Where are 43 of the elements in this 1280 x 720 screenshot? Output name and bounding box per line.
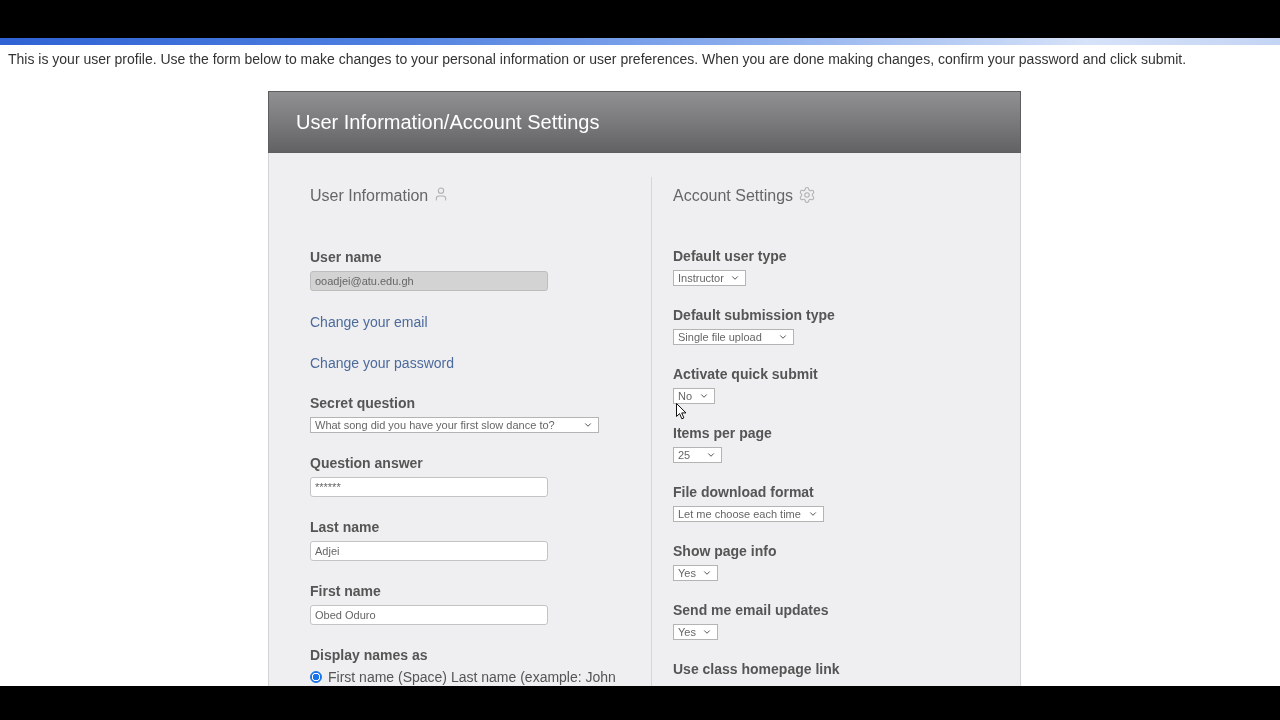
field-label: Display names as: [310, 647, 428, 663]
field-label: Show page info: [673, 543, 777, 559]
radio-label: First name (Space) Last name (example: John: [328, 669, 616, 685]
section-heading: Account Settings: [673, 186, 794, 206]
radio-button[interactable]: [310, 671, 322, 683]
section-heading: User Information: [310, 186, 429, 206]
field-label: Secret question: [310, 395, 416, 411]
link[interactable]: Change your email: [310, 313, 428, 332]
dropdown[interactable]: 25: [673, 447, 722, 463]
dropdown[interactable]: Let me choose each time: [673, 506, 824, 522]
panel-title: User Information/Account Settings: [296, 110, 600, 134]
link[interactable]: Change your password: [310, 354, 454, 373]
dropdown[interactable]: No: [673, 388, 715, 404]
text-field[interactable]: Adjei: [310, 541, 548, 561]
field-label: Use class homepage link: [673, 661, 840, 677]
text-field[interactable]: Obed Oduro: [310, 605, 548, 625]
field-label: Default user type: [673, 248, 787, 264]
text-field[interactable]: ******: [310, 477, 548, 497]
chevron-down-icon: [701, 568, 712, 578]
gear-icon: [798, 186, 817, 204]
mouse-pointer-icon: [676, 403, 687, 420]
dropdown[interactable]: What song did you have your first slow dance to?: [310, 417, 599, 433]
field-label: Last name: [310, 519, 380, 535]
field-label: Items per page: [673, 425, 772, 441]
intro-text: This is your user profile. Use the form below to make changes to your personal information or user preferences. When you are done making changes, confirm your password and click submit.: [7, 51, 1188, 67]
dropdown[interactable]: Single file upload: [673, 329, 794, 345]
chevron-down-icon: [699, 391, 709, 401]
chevron-down-icon: [701, 627, 712, 637]
chevron-down-icon: [583, 420, 593, 430]
field-label: Activate quick submit: [673, 366, 818, 382]
dropdown[interactable]: Instructor: [673, 270, 746, 286]
chevron-down-icon: [808, 509, 818, 519]
field-label: User name: [310, 249, 382, 265]
field-label: Send me email updates: [673, 602, 829, 618]
field-label: File download format: [673, 484, 814, 500]
dropdown[interactable]: Yes: [673, 565, 718, 581]
chevron-down-icon: [778, 332, 788, 342]
chevron-down-icon: [729, 273, 740, 283]
dropdown[interactable]: Yes: [673, 624, 718, 640]
field-label: First name: [310, 583, 381, 599]
field-label: Default submission type: [673, 307, 835, 323]
field-label: Question answer: [310, 455, 423, 471]
chevron-down-icon: [706, 450, 716, 460]
